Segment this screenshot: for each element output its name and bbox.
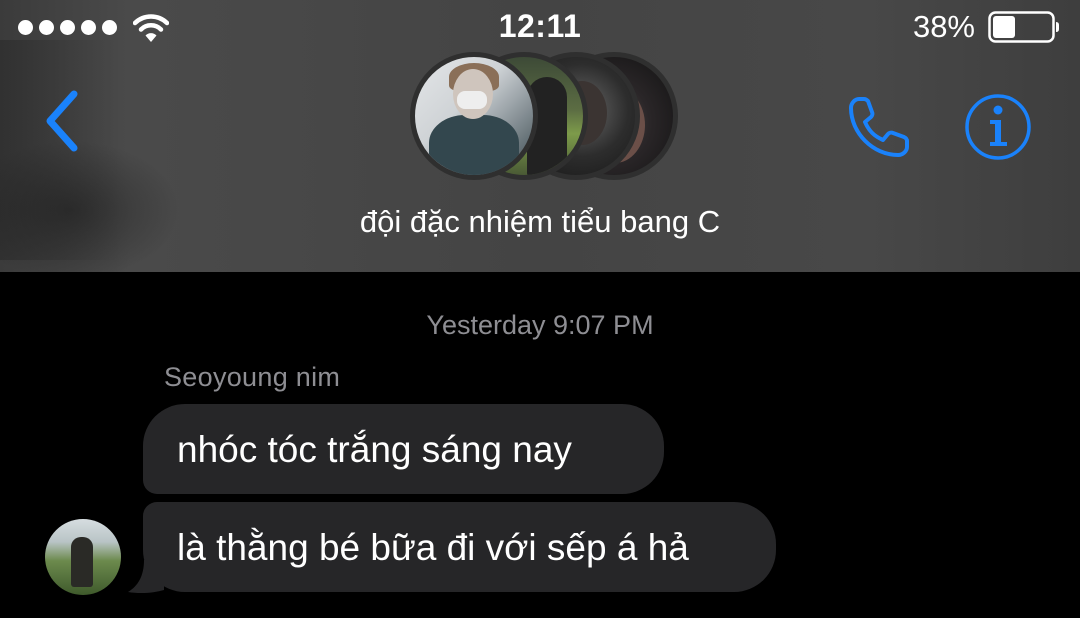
group-avatar-stack[interactable] [404,48,678,188]
message-text: nhóc tóc trắng sáng nay [177,428,572,470]
message-timestamp: Yesterday 9:07 PM [426,310,654,340]
group-name[interactable]: đội đặc nhiệm tiểu bang C [0,204,1080,240]
incoming-message-bubble[interactable]: nhóc tóc trắng sáng nay [143,404,664,494]
battery-icon [988,11,1059,43]
bubble-tail [128,560,164,594]
info-icon[interactable] [963,92,1033,162]
messages-screen: 12:11 38% đội đặc nhiệm tiểu bang C Yest… [0,0,1080,618]
message-text: là thằng bé bữa đi với sếp á hả [177,526,689,568]
member-avatar [410,52,538,180]
sender-name: Seoyoung nim [164,362,341,392]
back-chevron-icon[interactable] [40,88,90,154]
sender-avatar[interactable] [45,519,121,595]
battery-percentage: 38% [912,9,975,44]
phone-icon[interactable] [845,93,915,161]
status-bar: 12:11 38% [0,0,1080,52]
conversation-header: 12:11 38% đội đặc nhiệm tiểu bang C [0,0,1080,272]
incoming-message-bubble[interactable]: là thằng bé bữa đi với sếp á hả [143,502,776,592]
